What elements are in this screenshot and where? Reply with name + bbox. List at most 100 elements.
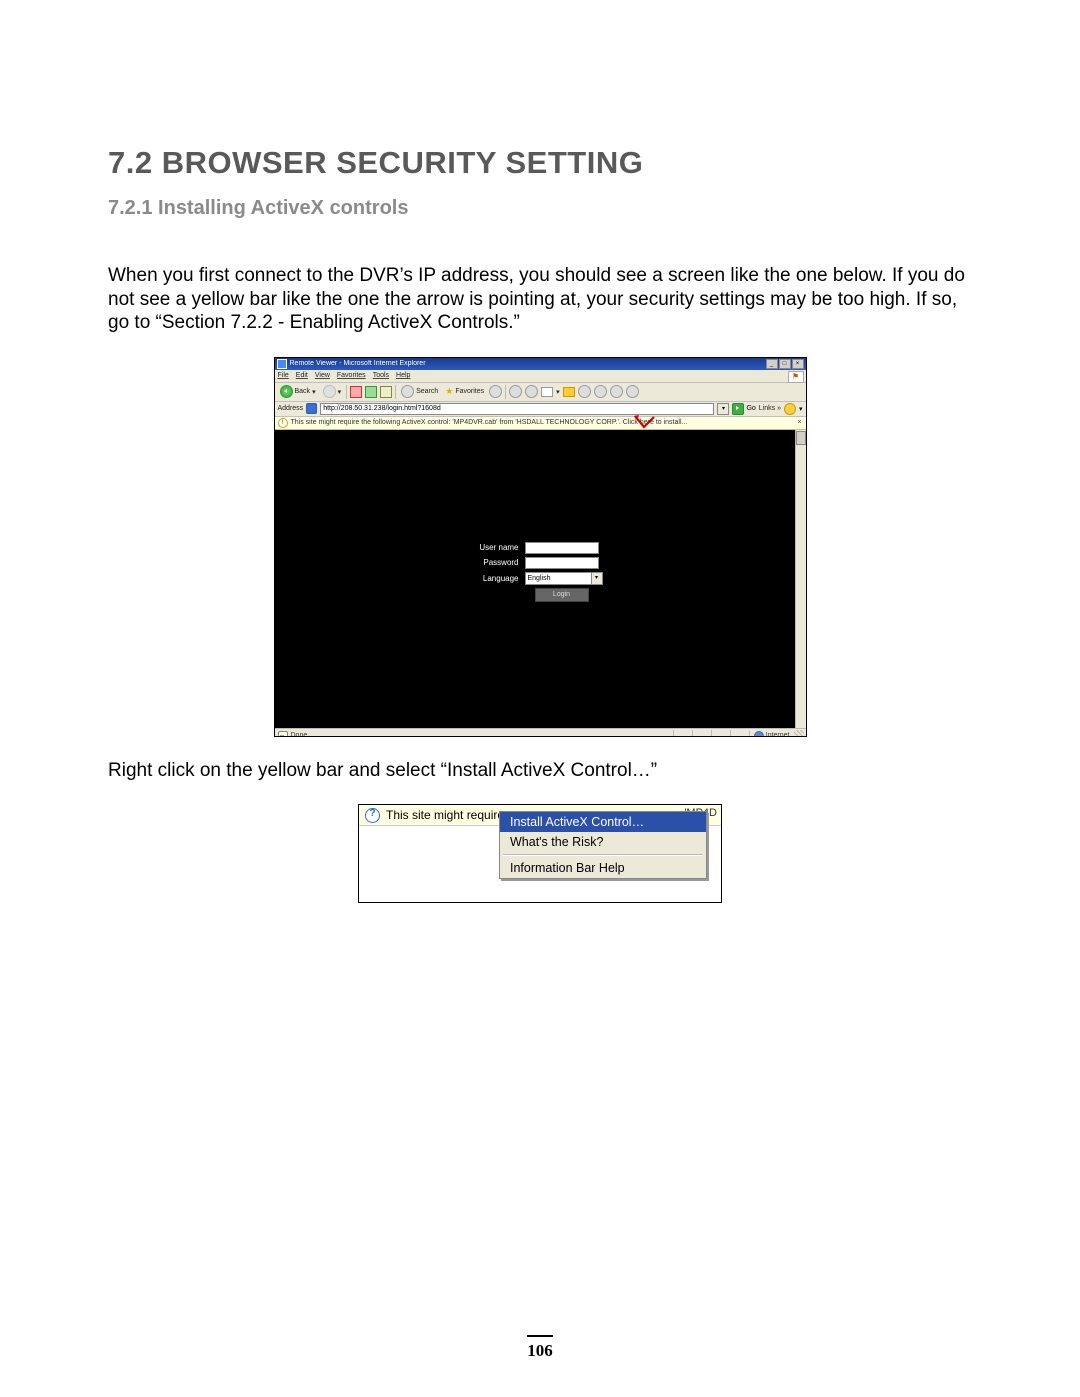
window-title: Remote Viewer - Microsoft Internet Explo… bbox=[290, 360, 766, 367]
go-label: Go bbox=[746, 405, 755, 412]
password-label: Password bbox=[463, 558, 519, 567]
paragraph-intro: When you first connect to the DVR’s IP a… bbox=[108, 264, 972, 335]
page-icon bbox=[306, 403, 317, 414]
toolbar-separator bbox=[346, 385, 347, 399]
language-value: English bbox=[528, 575, 551, 582]
status-pane bbox=[711, 730, 730, 737]
toolbar-separator bbox=[395, 385, 396, 399]
edit-dropdown-icon[interactable]: ▾ bbox=[556, 388, 560, 396]
edit-icon[interactable] bbox=[541, 387, 553, 397]
back-button[interactable]: Back ▾ bbox=[278, 385, 318, 398]
status-pane bbox=[730, 730, 749, 737]
login-form: User name Password Language English ▾ Lo… bbox=[463, 542, 603, 602]
address-input[interactable]: http://208.50.31.238/login.html?1608d bbox=[320, 403, 714, 415]
menu-edit[interactable]: Edit bbox=[296, 372, 308, 379]
callout-arrow-icon bbox=[634, 415, 656, 431]
internet-zone-icon bbox=[754, 731, 764, 737]
toolbar: Back ▾ ▾ Search ★ Favorites bbox=[275, 383, 806, 402]
research-icon[interactable] bbox=[578, 385, 591, 398]
norton-dropdown-icon[interactable]: ▾ bbox=[799, 405, 803, 413]
favorites-button[interactable]: ★ Favorites bbox=[443, 386, 486, 397]
menu-item-info-bar-help[interactable]: Information Bar Help bbox=[500, 858, 706, 878]
ie-app-icon bbox=[277, 359, 287, 369]
extra-icon-1[interactable] bbox=[610, 385, 623, 398]
mail-icon[interactable] bbox=[509, 385, 522, 398]
heading-subsection: 7.2.1 Installing ActiveX controls bbox=[108, 197, 972, 220]
close-button[interactable]: × bbox=[792, 359, 804, 369]
home-icon[interactable] bbox=[380, 386, 392, 398]
search-button[interactable]: Search bbox=[399, 385, 440, 398]
password-field[interactable] bbox=[525, 557, 599, 569]
security-zone-text: Internet bbox=[766, 732, 790, 737]
menu-favorites[interactable]: Favorites bbox=[337, 372, 366, 379]
discuss-icon[interactable] bbox=[563, 387, 575, 397]
page-content: User name Password Language English ▾ Lo… bbox=[275, 430, 806, 728]
print-icon[interactable] bbox=[525, 385, 538, 398]
screenshot-context-menu: This site might require 'MP4D Install Ac… bbox=[358, 804, 722, 903]
toolbar-separator bbox=[505, 385, 506, 399]
status-bar: Done Internet bbox=[275, 728, 806, 737]
language-label: Language bbox=[463, 574, 519, 583]
address-dropdown-icon[interactable]: ▾ bbox=[717, 403, 729, 415]
go-icon bbox=[732, 403, 744, 415]
minimize-button[interactable]: _ bbox=[766, 359, 778, 369]
language-dropdown-icon[interactable]: ▾ bbox=[591, 573, 602, 584]
security-zone: Internet bbox=[749, 731, 794, 737]
back-dropdown-icon[interactable]: ▾ bbox=[312, 388, 316, 396]
login-button[interactable]: Login bbox=[535, 588, 589, 602]
menu-item-whats-the-risk[interactable]: What's the Risk? bbox=[500, 832, 706, 852]
page-footer: 106 bbox=[0, 1335, 1080, 1361]
links-button[interactable]: Links » bbox=[759, 405, 781, 412]
search-icon bbox=[401, 385, 414, 398]
forward-icon bbox=[323, 385, 336, 398]
vertical-scrollbar[interactable] bbox=[795, 430, 806, 728]
menu-help[interactable]: Help bbox=[396, 372, 410, 379]
status-pane bbox=[692, 730, 711, 737]
stop-icon[interactable] bbox=[350, 386, 362, 398]
menu-item-install-activex[interactable]: Install ActiveX Control… bbox=[500, 812, 706, 832]
favorites-star-icon: ★ bbox=[445, 386, 453, 397]
status-pane bbox=[673, 730, 692, 737]
refresh-icon[interactable] bbox=[365, 386, 377, 398]
info-help-icon bbox=[365, 808, 380, 823]
resize-grip-icon[interactable] bbox=[794, 730, 804, 737]
menu-view[interactable]: View bbox=[315, 372, 330, 379]
address-bar: Address http://208.50.31.238/login.html?… bbox=[275, 402, 806, 417]
menu-tools[interactable]: Tools bbox=[373, 372, 389, 379]
menu-separator bbox=[503, 854, 703, 856]
page-number: 106 bbox=[0, 1341, 1080, 1361]
heading-section: 7.2 BROWSER SECURITY SETTING bbox=[108, 145, 972, 181]
scrollbar-thumb[interactable] bbox=[796, 431, 806, 445]
search-label: Search bbox=[416, 388, 438, 395]
info-shield-icon: ! bbox=[278, 418, 288, 428]
extra-icon-2[interactable] bbox=[626, 385, 639, 398]
forward-button[interactable]: ▾ bbox=[321, 385, 344, 398]
footer-rule bbox=[527, 1335, 553, 1337]
norton-icon[interactable] bbox=[784, 403, 796, 415]
language-select[interactable]: English ▾ bbox=[525, 572, 603, 585]
back-label: Back bbox=[295, 388, 311, 395]
menu-file[interactable]: File bbox=[278, 372, 289, 379]
activex-info-bar[interactable]: ! This site might require the following … bbox=[275, 417, 806, 430]
screenshot-ie-window: Remote Viewer - Microsoft Internet Explo… bbox=[274, 357, 807, 737]
info-bar-text: This site might require the following Ac… bbox=[291, 419, 688, 426]
info-bar-text-crop: This site might require bbox=[386, 808, 504, 822]
messenger-icon[interactable] bbox=[594, 385, 607, 398]
history-icon[interactable] bbox=[489, 385, 502, 398]
username-label: User name bbox=[463, 543, 519, 552]
go-button[interactable]: Go bbox=[732, 403, 755, 415]
paragraph-instruction: Right click on the yellow bar and select… bbox=[108, 759, 972, 783]
ie-throbber-icon: ⚑ bbox=[788, 371, 804, 383]
username-field[interactable] bbox=[525, 542, 599, 554]
address-label: Address bbox=[278, 405, 304, 412]
info-bar-close-icon[interactable]: × bbox=[796, 419, 804, 427]
back-icon bbox=[280, 385, 293, 398]
context-area: Install ActiveX Control… What's the Risk… bbox=[359, 826, 721, 902]
maximize-button[interactable]: □ bbox=[779, 359, 791, 369]
forward-dropdown-icon[interactable]: ▾ bbox=[338, 388, 342, 396]
status-done-text: Done bbox=[291, 732, 308, 737]
favorites-label: Favorites bbox=[455, 388, 484, 395]
context-menu: Install ActiveX Control… What's the Risk… bbox=[499, 811, 707, 879]
titlebar: Remote Viewer - Microsoft Internet Explo… bbox=[275, 358, 806, 370]
menubar: File Edit View Favorites Tools Help ⚑ bbox=[275, 370, 806, 383]
